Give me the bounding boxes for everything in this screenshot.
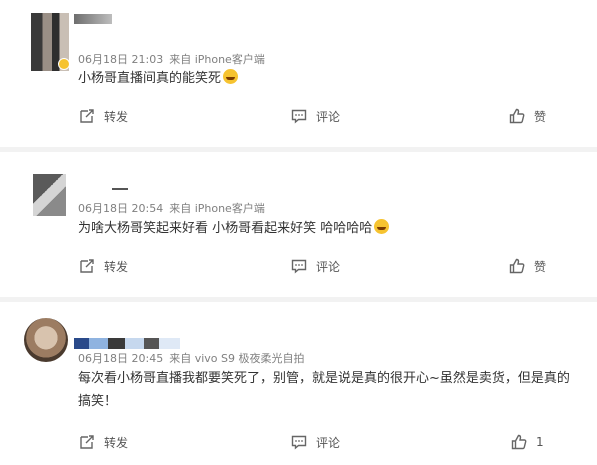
comment-source: 来自 iPhone客户端 [169,53,265,66]
comment-source: 来自 vivo S9 极夜柔光自拍 [169,352,305,365]
forward-label: 转发 [104,109,129,124]
comment-card-1: 06月18日 21:03 来自 iPhone客户端 小杨哥直播间真的能笑死 转发 … [0,0,597,147]
username-blurred[interactable] [112,188,128,190]
share-icon [80,259,94,273]
comment-meta: 06月18日 20:45 来自 vivo S9 极夜柔光自拍 [78,350,304,366]
thumbs-up-icon [509,108,525,124]
like-button[interactable]: 1 [510,431,544,453]
comment-text-line-1: 每次看小杨哥直播我都要笑死了，别管，就是说是真的很开心~虽然是卖货，但是真的 [78,371,570,386]
forward-label: 转发 [104,435,129,450]
avatar[interactable] [33,174,66,216]
verified-badge-icon [58,58,70,70]
laugh-emoji-icon [374,219,390,234]
comment-source: 来自 iPhone客户端 [169,202,265,215]
username-blurred[interactable] [74,338,180,349]
forward-button[interactable]: 转发 [78,431,128,453]
thumbs-up-icon [511,434,527,450]
forward-label: 转发 [104,259,129,274]
comment-icon [291,109,307,124]
comment-icon [291,259,307,274]
username-blurred[interactable] [74,14,112,24]
comment-text: 小杨哥直播间真的能笑死 [78,67,239,90]
share-icon [80,109,94,123]
comment-button[interactable]: 评论 [290,255,340,277]
forward-button[interactable]: 转发 [78,105,128,127]
comment-icon [291,435,307,450]
comment-time: 06月18日 20:45 [78,352,164,365]
comment-time: 06月18日 20:54 [78,202,164,215]
share-icon [80,435,94,449]
thumbs-up-icon [509,258,525,274]
like-label: 赞 [534,259,547,274]
comment-label: 评论 [316,259,341,274]
comment-label: 评论 [316,109,341,124]
comment-actions: 转发 评论 1 [0,431,597,453]
comment-text: 为啥大杨哥笑起来好看 小杨哥看起来好笑 哈哈哈哈 [78,217,390,240]
comment-actions: 转发 评论 赞 [0,105,597,127]
comment-button[interactable]: 评论 [290,105,340,127]
comment-text: 每次看小杨哥直播我都要笑死了，别管，就是说是真的很开心~虽然是卖货，但是真的 搞… [78,367,570,413]
comment-actions: 转发 评论 赞 [0,255,597,277]
like-button[interactable]: 赞 [508,255,546,277]
laugh-emoji-icon [223,69,239,84]
comment-card-2: 06月18日 20:54 来自 iPhone客户端 为啥大杨哥笑起来好看 小杨哥看… [0,152,597,297]
avatar[interactable] [24,318,68,362]
comment-meta: 06月18日 20:54 来自 iPhone客户端 [78,200,265,216]
comment-time: 06月18日 21:03 [78,53,164,66]
comment-card-3: 06月18日 20:45 来自 vivo S9 极夜柔光自拍 每次看小杨哥直播我都… [0,302,597,465]
comment-label: 评论 [316,435,341,450]
like-count: 1 [536,435,544,449]
like-button[interactable]: 赞 [508,105,546,127]
comment-text-line-2: 搞笑！ [78,394,118,409]
comment-meta: 06月18日 21:03 来自 iPhone客户端 [78,51,265,67]
forward-button[interactable]: 转发 [78,255,128,277]
like-label: 赞 [534,109,547,124]
comment-button[interactable]: 评论 [290,431,340,453]
